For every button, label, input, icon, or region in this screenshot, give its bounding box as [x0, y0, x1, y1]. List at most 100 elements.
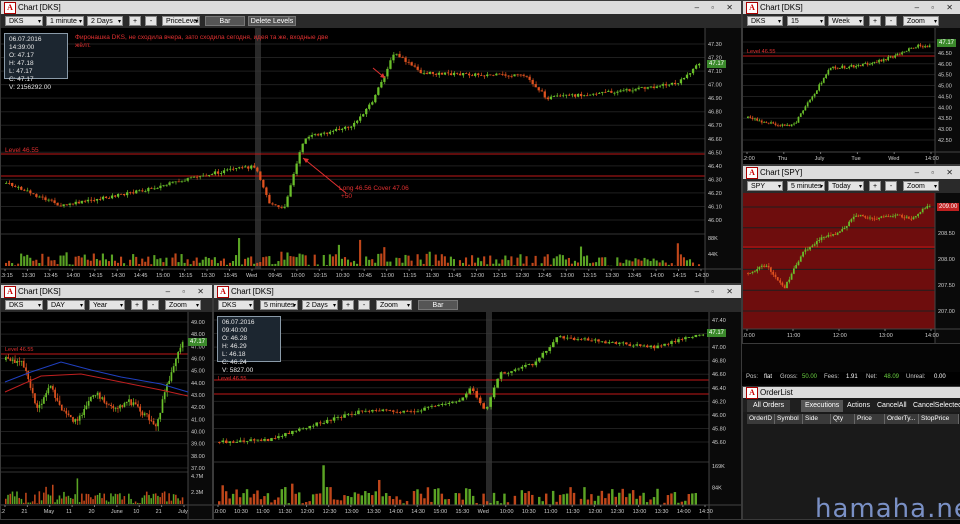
x-tick-label: 10:00	[291, 273, 305, 279]
zoom-select[interactable]: Zoom	[903, 16, 939, 26]
interval-select[interactable]: 5 minutes	[787, 181, 825, 191]
y-tick-label: 45.00	[191, 369, 205, 375]
range-select[interactable]: 2 Days	[302, 300, 338, 310]
y-tick-label: 42.50	[938, 138, 952, 144]
title-bar[interactable]: A Chart [SPY] – ▫ ✕	[743, 166, 960, 179]
y-tick-label: 46.70	[708, 123, 722, 129]
cancel-selected-button[interactable]: CancelSelected	[913, 400, 960, 412]
symbol-select[interactable]: DKS	[5, 300, 43, 310]
y-tick-label: 38.00	[191, 454, 205, 460]
window-controls-icon[interactable]: – ▫ ✕	[166, 285, 209, 298]
last-price-tag: 209.00	[937, 203, 959, 211]
zoom-out-button[interactable]: -	[145, 16, 157, 26]
bar-type-button[interactable]: Bar	[205, 16, 245, 26]
zoom-in-button[interactable]: +	[869, 181, 881, 191]
y-tick-label: 46.40	[712, 386, 726, 392]
zoom-in-button[interactable]: +	[131, 300, 143, 310]
y-tick-label: 47.40	[712, 318, 726, 324]
zoom-select[interactable]: Zoom	[903, 181, 939, 191]
app-logo-icon: A	[217, 286, 229, 298]
zoom-out-button[interactable]: -	[885, 16, 897, 26]
title-bar[interactable]: A Chart [DKS] – ▫ ✕	[743, 1, 960, 14]
zoom-out-button[interactable]: -	[358, 300, 370, 310]
chart-toolbar: DKS 5 minutes 2 Days + - Zoom Bar	[214, 298, 741, 312]
window-controls-icon[interactable]: – ▫ ✕	[915, 1, 958, 14]
range-select[interactable]: Today	[828, 181, 864, 191]
title-bar[interactable]: A Chart [DKS] – ▫ ✕	[214, 285, 741, 298]
y-tick-label: 46.00	[938, 62, 952, 68]
interval-select[interactable]: 1 minute	[46, 16, 84, 26]
chart-window-dks-1min: A Chart [DKS] – ▫ ✕ DKS 1 minute 2 Days …	[0, 0, 742, 284]
interval-select[interactable]: 15 minutes	[787, 16, 825, 26]
price-plot[interactable]: 209.00208.50208.00207.50207.0010:0011:00…	[743, 193, 960, 343]
orderlist-tabs: All Orders Executions Actions CancelAll …	[743, 400, 960, 412]
col-price[interactable]: Price	[855, 414, 885, 424]
app-logo-icon: A	[746, 167, 758, 179]
zoom-in-button[interactable]: +	[129, 16, 141, 26]
title-bar[interactable]: A Chart [DKS] – ▫ ✕	[1, 1, 741, 14]
x-tick-label: July	[815, 156, 825, 162]
zoom-out-button[interactable]: -	[885, 181, 897, 191]
window-controls-icon[interactable]: – ▫ ✕	[695, 285, 738, 298]
ohlc-open: O: 46.28	[222, 335, 276, 343]
x-tick-label: 11:30	[278, 509, 291, 515]
interval-select[interactable]: 5 minutes	[260, 300, 298, 310]
ohlc-date: 06.07.2016 09:40:00	[222, 319, 276, 335]
actions-button[interactable]: Actions	[847, 400, 870, 412]
col-side[interactable]: Side	[803, 414, 831, 424]
range-select[interactable]: 2 Days	[87, 16, 123, 26]
x-tick-label: 14:00	[925, 333, 939, 339]
x-tick-label: 14:15	[89, 273, 103, 279]
col-order-type[interactable]: OrderTy...	[885, 414, 919, 424]
x-tick-label: 13:45	[44, 273, 58, 279]
price-plot[interactable]: 47.4047.2047.0046.8046.6046.4046.2046.00…	[214, 312, 741, 519]
tab-executions[interactable]: Executions	[801, 400, 843, 412]
y-tick-label: 42.00	[191, 405, 205, 411]
ohlc-volume: V: 2156292.00	[9, 84, 63, 92]
chart-toolbar: DKS 15 minutes Week + - Zoom	[743, 14, 960, 28]
price-plot[interactable]: 49.0048.0047.0046.0045.0044.0043.0042.00…	[1, 312, 212, 519]
x-tick-label: 15:45	[224, 273, 238, 279]
app-logo-icon: A	[746, 387, 758, 399]
col-qty[interactable]: Qty	[831, 414, 855, 424]
gross-label: Gross:	[780, 374, 798, 380]
gross-value: 50.00	[802, 374, 817, 380]
x-tick-label: Wed	[888, 156, 899, 162]
col-stop-price[interactable]: StopPrice	[919, 414, 959, 424]
symbol-select[interactable]: DKS	[747, 16, 783, 26]
zoom-select[interactable]: Zoom	[165, 300, 201, 310]
unreal-label: Unreal:	[906, 374, 925, 380]
zoom-out-button[interactable]: -	[147, 300, 159, 310]
y-tick-label: 46.90	[708, 96, 722, 102]
chart-toolbar: SPY 5 minutes Today + - Zoom	[743, 179, 960, 193]
window-controls-icon[interactable]: – ▫ ✕	[915, 166, 958, 179]
annotation-note: Фиронашка DKS, не сходила вчера, зато сх…	[75, 34, 345, 50]
symbol-select[interactable]: SPY	[747, 181, 783, 191]
col-order-id[interactable]: OrderID	[747, 414, 775, 424]
title-bar[interactable]: A OrderList	[743, 387, 960, 398]
zoom-select[interactable]: Zoom	[376, 300, 412, 310]
symbol-select[interactable]: DKS	[5, 16, 43, 26]
cancel-all-button[interactable]: CancelAll	[877, 400, 907, 412]
indicator-select[interactable]: PriceLevel	[162, 16, 200, 26]
bar-type-button[interactable]: Bar	[418, 300, 458, 310]
zoom-in-button[interactable]: +	[869, 16, 881, 26]
y-tick-label: 45.80	[712, 426, 726, 432]
tab-all-orders[interactable]: All Orders	[747, 400, 790, 412]
range-select[interactable]: Week	[828, 16, 864, 26]
col-symbol[interactable]: Symbol	[775, 414, 803, 424]
y-tick-label: 208.50	[938, 231, 955, 237]
title-bar[interactable]: A Chart [DKS] – ▫ ✕	[1, 285, 212, 298]
x-tick-label: 09:45	[268, 273, 282, 279]
window-controls-icon[interactable]: – ▫ ✕	[695, 1, 738, 14]
ohlc-close: C: 46.24	[222, 359, 276, 367]
delete-levels-button[interactable]: Delete Levels	[248, 16, 296, 26]
pos-label: Pos:	[746, 374, 758, 380]
symbol-select[interactable]: DKS	[218, 300, 254, 310]
window-title: Chart [DKS]	[18, 1, 61, 14]
zoom-in-button[interactable]: +	[342, 300, 354, 310]
price-plot[interactable]: 47.3047.2047.1047.0046.9046.8046.7046.60…	[1, 28, 741, 283]
price-plot[interactable]: 47.0046.5046.0045.5045.0044.5044.0043.50…	[743, 28, 960, 164]
range-select[interactable]: Year	[89, 300, 125, 310]
interval-select[interactable]: DAY	[47, 300, 85, 310]
